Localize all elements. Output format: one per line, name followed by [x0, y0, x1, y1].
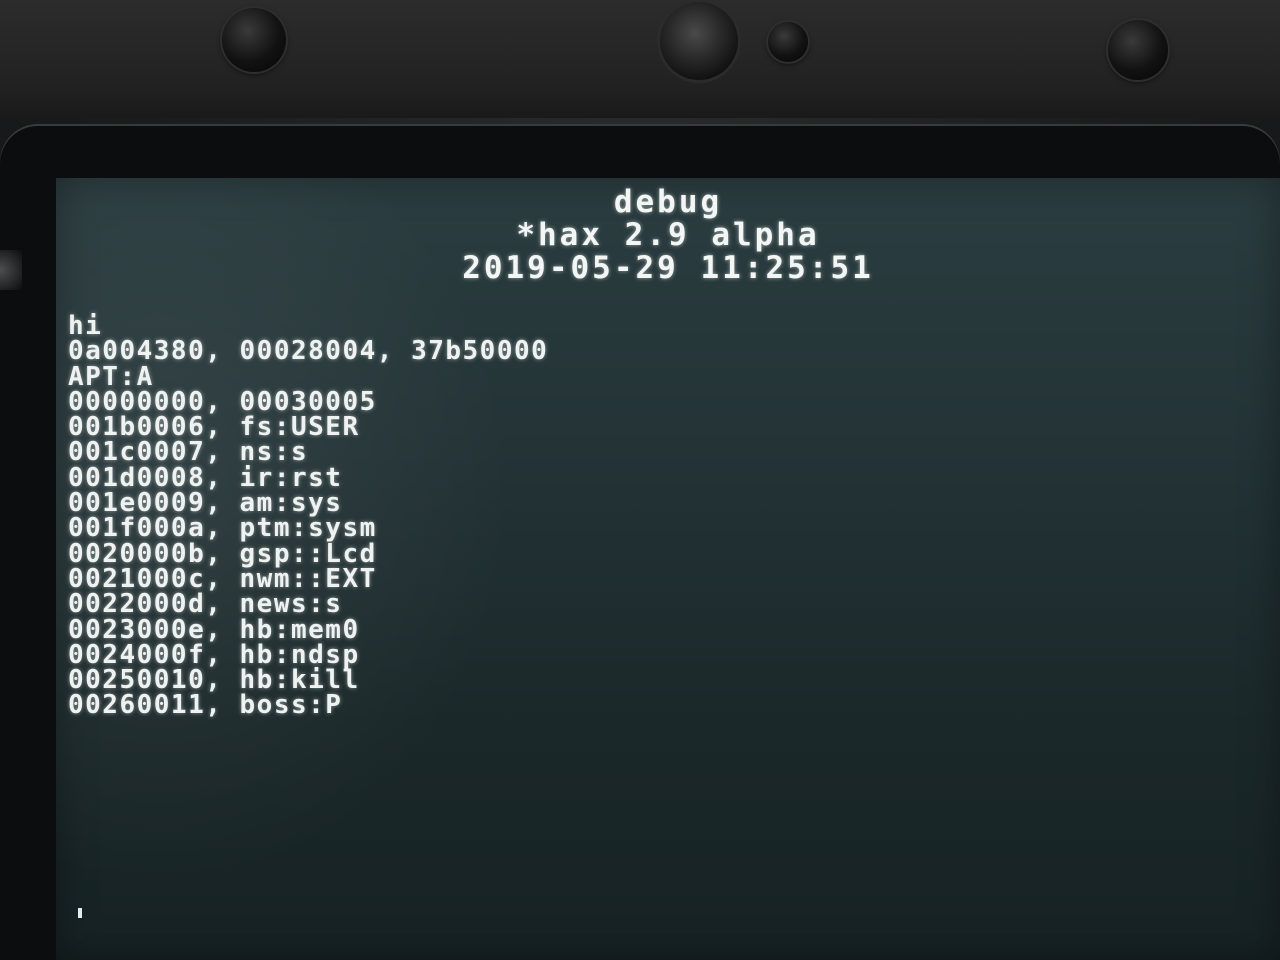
console-line: 0022000d, news:s	[68, 589, 343, 620]
hinge-screw-right	[1108, 20, 1168, 80]
debug-header: debug *hax 2.9 alpha 2019-05-29 11:25:51	[56, 186, 1280, 285]
console-line: 0a004380, 00028004, 37b50000	[68, 336, 549, 367]
handheld-device: debug *hax 2.9 alpha 2019-05-29 11:25:51…	[0, 0, 1280, 960]
debug-title: debug	[613, 184, 723, 220]
hinge-screw-left	[222, 8, 286, 72]
debug-console: hi 0a004380, 00028004, 37b50000 APT:A 00…	[68, 313, 968, 721]
text-cursor	[78, 908, 82, 918]
front-camera-icon	[660, 2, 738, 80]
console-line: 001f000a, ptm:sysm	[68, 513, 377, 544]
hinge-area	[0, 0, 1280, 118]
camera-sensor	[768, 22, 808, 62]
console-line: 00260011, boss:P	[68, 690, 343, 721]
version-label: *hax 2.9 alpha	[516, 217, 820, 253]
lower-screen: debug *hax 2.9 alpha 2019-05-29 11:25:51…	[56, 178, 1280, 960]
build-timestamp: 2019-05-29 11:25:51	[462, 250, 874, 286]
side-light-glare	[0, 250, 22, 290]
console-line: 001c0007, ns:s	[68, 437, 309, 468]
